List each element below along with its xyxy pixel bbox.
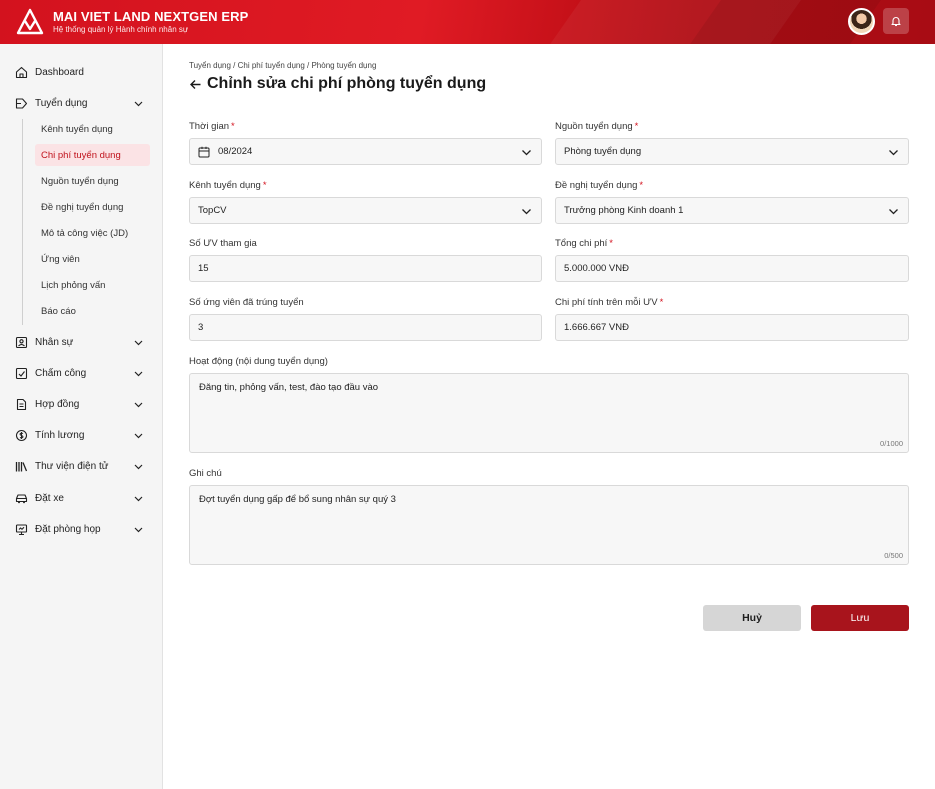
recruitment-icon — [15, 97, 28, 109]
chevron-down-icon — [522, 209, 531, 215]
bell-icon — [891, 17, 901, 27]
hired-input[interactable]: 3 — [189, 314, 542, 341]
activity-textarea[interactable]: Đăng tin, phỏng vấn, test, đào tạo đầu v… — [189, 373, 909, 453]
sidebar-item-hr[interactable]: Nhân sự — [0, 328, 163, 356]
sidebar-item-dashboard[interactable]: Dashboard — [0, 58, 163, 86]
time-picker[interactable]: 08/2024 — [189, 138, 542, 165]
avatar[interactable] — [848, 8, 875, 35]
notification-button[interactable] — [883, 8, 909, 34]
contract-icon — [16, 398, 27, 410]
source-value: Phòng tuyển dụng — [564, 146, 642, 157]
chevron-down-icon — [134, 496, 143, 501]
chevron-down-icon — [134, 433, 143, 438]
chevron-down-icon — [134, 371, 143, 376]
activity-counter: 0/1000 — [880, 439, 903, 448]
sidebar-item-car-booking[interactable]: Đặt xe — [0, 484, 163, 512]
source-label: Nguồn tuyển dụng * — [555, 121, 639, 132]
sidebar-item-library[interactable]: Thư viện điện tử — [0, 452, 163, 480]
save-button[interactable]: Lưu — [811, 605, 909, 631]
chevron-down-icon — [889, 150, 898, 156]
sidebar-item-label: Tính lương — [35, 429, 85, 441]
chevron-down-icon — [134, 402, 143, 407]
sidebar-item-label: Đặt phòng họp — [35, 523, 101, 535]
candidates-label: Số ƯV tham gia — [189, 238, 257, 249]
sidebar-item-meeting-room[interactable]: Đặt phòng họp — [0, 515, 163, 543]
time-label: Thời gian * — [189, 121, 235, 132]
sidebar-subitem-request[interactable]: Đề nghị tuyển dụng — [35, 196, 150, 218]
channel-select[interactable]: TopCV — [189, 197, 542, 224]
sidebar-subitem-reports[interactable]: Báo cáo — [35, 300, 150, 322]
car-icon — [15, 493, 28, 503]
dollar-icon — [15, 429, 28, 441]
chevron-down-icon — [889, 209, 898, 215]
channel-value: TopCV — [198, 205, 227, 216]
sidebar-item-recruitment[interactable]: Tuyển dụng — [0, 89, 163, 117]
breadcrumb[interactable]: Tuyển dụng / Chi phí tuyển dụng / Phòng … — [189, 61, 376, 70]
chevron-down-icon — [134, 340, 143, 345]
chevron-down-icon — [522, 150, 531, 156]
cost-per-input[interactable]: 1.666.667 VNĐ — [555, 314, 909, 341]
chevron-down-icon — [134, 464, 143, 469]
sidebar: Dashboard Tuyển dụng Kênh tuyển dụng Chi… — [0, 44, 163, 789]
meeting-icon — [15, 523, 28, 535]
app-subtitle: Hệ thống quản lý Hành chính nhân sự — [53, 25, 189, 34]
note-value: Đợt tuyển dụng gấp để bổ sung nhân sự qu… — [199, 494, 396, 505]
source-select[interactable]: Phòng tuyển dụng — [555, 138, 909, 165]
note-counter: 0/500 — [884, 551, 903, 560]
sidebar-item-label: Dashboard — [35, 66, 84, 78]
sidebar-item-label: Tuyển dụng — [35, 97, 88, 109]
sidebar-subitem-interviews[interactable]: Lịch phỏng vấn — [35, 274, 150, 296]
back-arrow-icon[interactable] — [189, 78, 202, 91]
request-select[interactable]: Trưởng phòng Kinh doanh 1 — [555, 197, 909, 224]
sidebar-item-label: Đặt xe — [35, 492, 64, 504]
sidebar-item-timesheet[interactable]: Chấm công — [0, 359, 163, 387]
sidebar-subitem-candidates[interactable]: Ứng viên — [35, 248, 150, 270]
channel-label: Kênh tuyển dụng * — [189, 180, 267, 191]
total-cost-label: Tổng chi phí * — [555, 238, 613, 249]
cost-per-label: Chi phí tính trên mỗi ƯV * — [555, 297, 664, 308]
activity-value: Đăng tin, phỏng vấn, test, đào tạo đầu v… — [199, 382, 379, 393]
hired-label: Số ứng viên đã trúng tuyển — [189, 297, 304, 308]
chevron-down-icon — [134, 527, 143, 532]
request-value: Trưởng phòng Kinh doanh 1 — [564, 205, 684, 216]
sidebar-item-label: Hợp đồng — [35, 398, 80, 410]
cancel-button[interactable]: Huỷ — [703, 605, 801, 631]
page-title-row: Chỉnh sửa chi phí phòng tuyển dụng — [189, 74, 486, 94]
home-icon — [15, 66, 28, 78]
sidebar-item-label: Thư viện điện tử — [35, 460, 109, 472]
submenu-divider — [22, 119, 23, 325]
sidebar-item-contract[interactable]: Hợp đồng — [0, 390, 163, 418]
cost-per-value: 1.666.667 VNĐ — [564, 322, 629, 333]
total-cost-value: 5.000.000 VNĐ — [564, 263, 629, 274]
person-card-icon — [15, 336, 28, 348]
total-cost-input[interactable]: 5.000.000 VNĐ — [555, 255, 909, 282]
calendar-icon — [198, 146, 210, 157]
time-value: 08/2024 — [218, 146, 253, 157]
sidebar-subitem-jd[interactable]: Mô tả công việc (JD) — [35, 222, 150, 244]
note-label: Ghi chú — [189, 468, 222, 479]
logo-icon[interactable] — [16, 8, 44, 36]
sidebar-subitem-source[interactable]: Nguồn tuyển dụng — [35, 170, 150, 192]
sidebar-subitem-channel[interactable]: Kênh tuyển dụng — [35, 118, 150, 140]
app-title: MAI VIET LAND NEXTGEN ERP — [53, 9, 249, 24]
sidebar-item-payroll[interactable]: Tính lương — [0, 421, 163, 449]
candidates-value: 15 — [198, 263, 209, 274]
sidebar-subitem-cost[interactable]: Chi phí tuyển dụng — [35, 144, 150, 166]
hired-value: 3 — [198, 322, 204, 333]
chevron-up-icon — [134, 101, 143, 106]
note-textarea[interactable]: Đợt tuyển dụng gấp để bổ sung nhân sự qu… — [189, 485, 909, 565]
request-label: Đề nghị tuyển dụng * — [555, 180, 644, 191]
candidates-input[interactable]: 15 — [189, 255, 542, 282]
page-title: Chỉnh sửa chi phí phòng tuyển dụng — [207, 75, 487, 92]
timesheet-icon — [15, 367, 28, 379]
sidebar-item-label: Chấm công — [35, 367, 87, 379]
app-header: MAI VIET LAND NEXTGEN ERP Hệ thống quản … — [0, 0, 935, 44]
activity-label: Hoạt động (nội dung tuyển dụng) — [189, 356, 328, 367]
library-icon — [15, 461, 28, 471]
sidebar-item-label: Nhân sự — [35, 336, 74, 348]
